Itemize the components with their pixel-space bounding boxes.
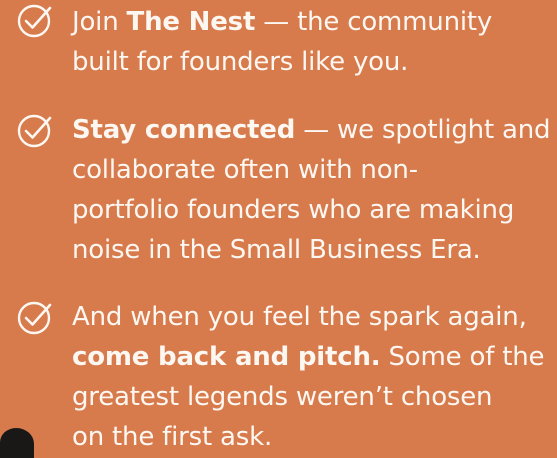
text-line: collaborate often with non- <box>72 155 418 185</box>
text-line: Stay connected — we spotlight and <box>72 115 551 145</box>
text-line: portfolio founders who are making <box>72 195 515 225</box>
benefit-text: Join The Nest — the community built for … <box>72 2 550 82</box>
text-line: on the first ask. <box>72 422 273 452</box>
text-line: Join The Nest — the community <box>72 7 493 37</box>
check-circle-icon <box>14 110 54 150</box>
decorative-shape <box>0 428 34 458</box>
benefit-text: Stay connected — we spotlight and collab… <box>72 110 551 270</box>
text-line: built for founders like you. <box>72 47 409 77</box>
check-circle-icon <box>14 0 54 40</box>
text-line: come back and pitch. Some of the <box>72 342 545 372</box>
text-line: noise in the Small Business Era. <box>72 235 481 265</box>
benefit-text: And when you feel the spark again, come … <box>72 297 550 457</box>
text-line: greatest legends weren’t chosen <box>72 382 493 412</box>
benefits-panel: Join The Nest — the community built for … <box>0 0 557 458</box>
check-circle-icon <box>14 297 54 337</box>
text-line: And when you feel the spark again, <box>72 302 527 332</box>
